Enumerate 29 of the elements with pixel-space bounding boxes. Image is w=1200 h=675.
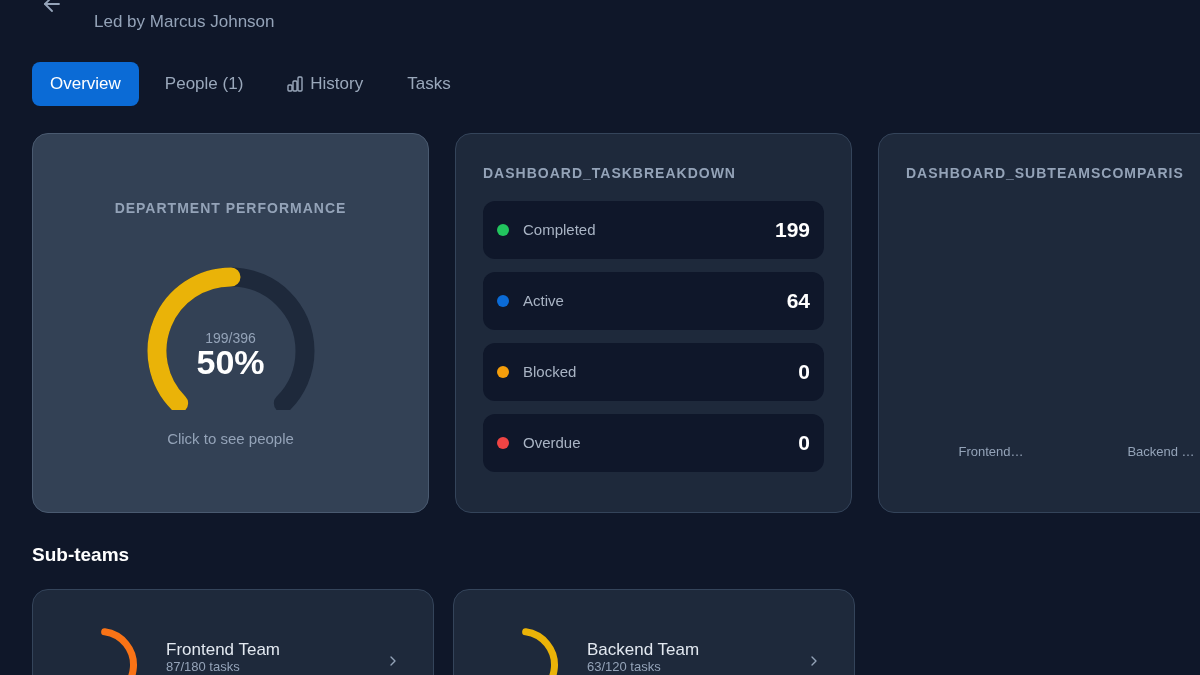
tab[interactable]: Tasks xyxy=(389,62,469,106)
task-count: 87/180 tasks xyxy=(166,660,241,673)
tab[interactable]: People (1) xyxy=(146,62,262,106)
leader-subtitle: Led by Marcus Johnson xyxy=(94,11,275,33)
performance-percent: 50% xyxy=(196,344,265,380)
team-name: Backend Team xyxy=(587,640,700,660)
status-label: Blocked xyxy=(523,361,577,382)
task-count: 63/120 tasks xyxy=(587,660,662,673)
subteam-card[interactable]: Backend Team 63/120 tasks xyxy=(453,589,855,675)
status-label: Active xyxy=(523,290,564,311)
subteam-card[interactable]: Frontend Team 87/180 tasks xyxy=(32,589,434,675)
status-count: 0 xyxy=(798,430,810,457)
section-heading: Sub-teams xyxy=(32,543,130,567)
card-title: DASHBOARD_TASKBREAKDOWN xyxy=(483,165,737,181)
axis-label: Frontend… xyxy=(958,444,1024,460)
card-title: DASHBOARD_SUBTEAMSCOMPARIS xyxy=(906,165,1185,181)
status-label: Completed xyxy=(523,219,596,240)
tab[interactable]: Overview xyxy=(32,62,139,106)
task-ratio: 199/396 xyxy=(205,329,256,347)
status-count: 64 xyxy=(786,288,810,315)
status-count: 0 xyxy=(798,359,810,386)
performance-card[interactable]: DEPARTMENT PERFORMANCE 199/396 50% Click to see people xyxy=(32,133,429,513)
status-label: Overdue xyxy=(523,432,581,453)
status-count: 199 xyxy=(774,217,810,244)
axis-label: Backend … xyxy=(1127,444,1195,460)
tab[interactable]: History xyxy=(269,62,382,106)
team-name: Frontend Team xyxy=(166,640,281,660)
hint-text: Click to see people xyxy=(167,429,294,449)
card-title: DEPARTMENT PERFORMANCE xyxy=(114,200,347,216)
